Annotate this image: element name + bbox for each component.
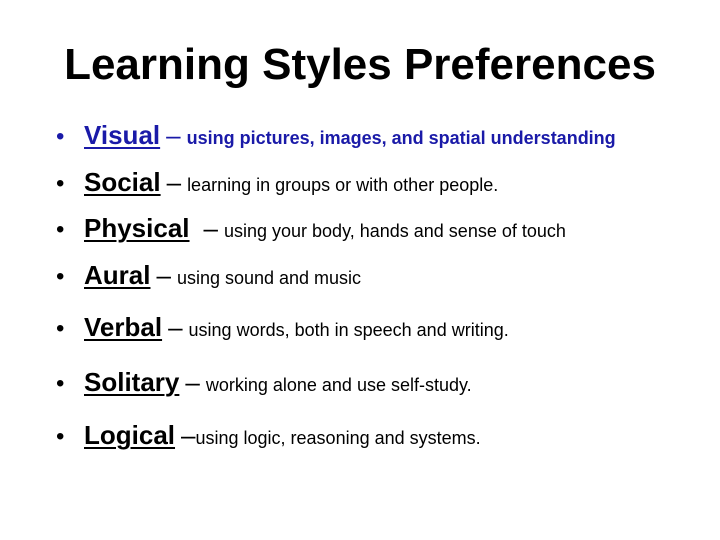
item-dash: – [156,260,171,290]
list-item-visual: • Visual – using pictures, images, and s… [56,120,616,151]
item-description: using your body, hands and sense of touc… [223,221,566,241]
item-description: learning in groups or with other people. [187,175,499,195]
item-dash: – [168,312,183,342]
item-dash: – [181,420,196,450]
bullet-icon: • [56,123,65,150]
bullet-icon: • [56,216,65,243]
bullet-icon: • [56,370,65,397]
bullet-icon: • [56,315,65,342]
bullet-icon: • [56,423,65,450]
item-dash: – [166,120,181,150]
list-item-aural: • Aural – using sound and music [56,260,361,291]
item-dash: – [203,213,218,243]
item-description: using sound and music [176,268,362,288]
item-description: using logic, reasoning and systems. [195,428,481,448]
list-item-verbal: • Verbal – using words, both in speech a… [56,312,509,343]
item-dash: – [166,167,182,197]
list-item-social: • Social – learning in groups or with ot… [56,167,498,198]
slide-title: Learning Styles Preferences [64,40,656,89]
bullet-icon: • [56,263,65,290]
item-description: working alone and use self-study. [205,375,472,395]
item-term: Aural [84,260,151,290]
item-description: using pictures, images, and spatial unde… [186,128,616,148]
item-term: Solitary [84,367,180,397]
item-term: Visual [84,120,161,150]
item-dash: – [185,367,200,397]
item-description: using words, both in speech and writing. [188,320,509,340]
bullet-icon: • [56,170,65,197]
item-term: Logical [84,420,176,450]
item-term: Verbal [84,312,163,342]
list-item-solitary: • Solitary – working alone and use self-… [56,367,472,398]
list-item-logical: • Logical – using logic, reasoning and s… [56,420,481,451]
list-item-physical: • Physical – using your body, hands and … [56,213,566,244]
item-term: Physical [84,213,190,243]
item-term: Social [84,167,161,197]
